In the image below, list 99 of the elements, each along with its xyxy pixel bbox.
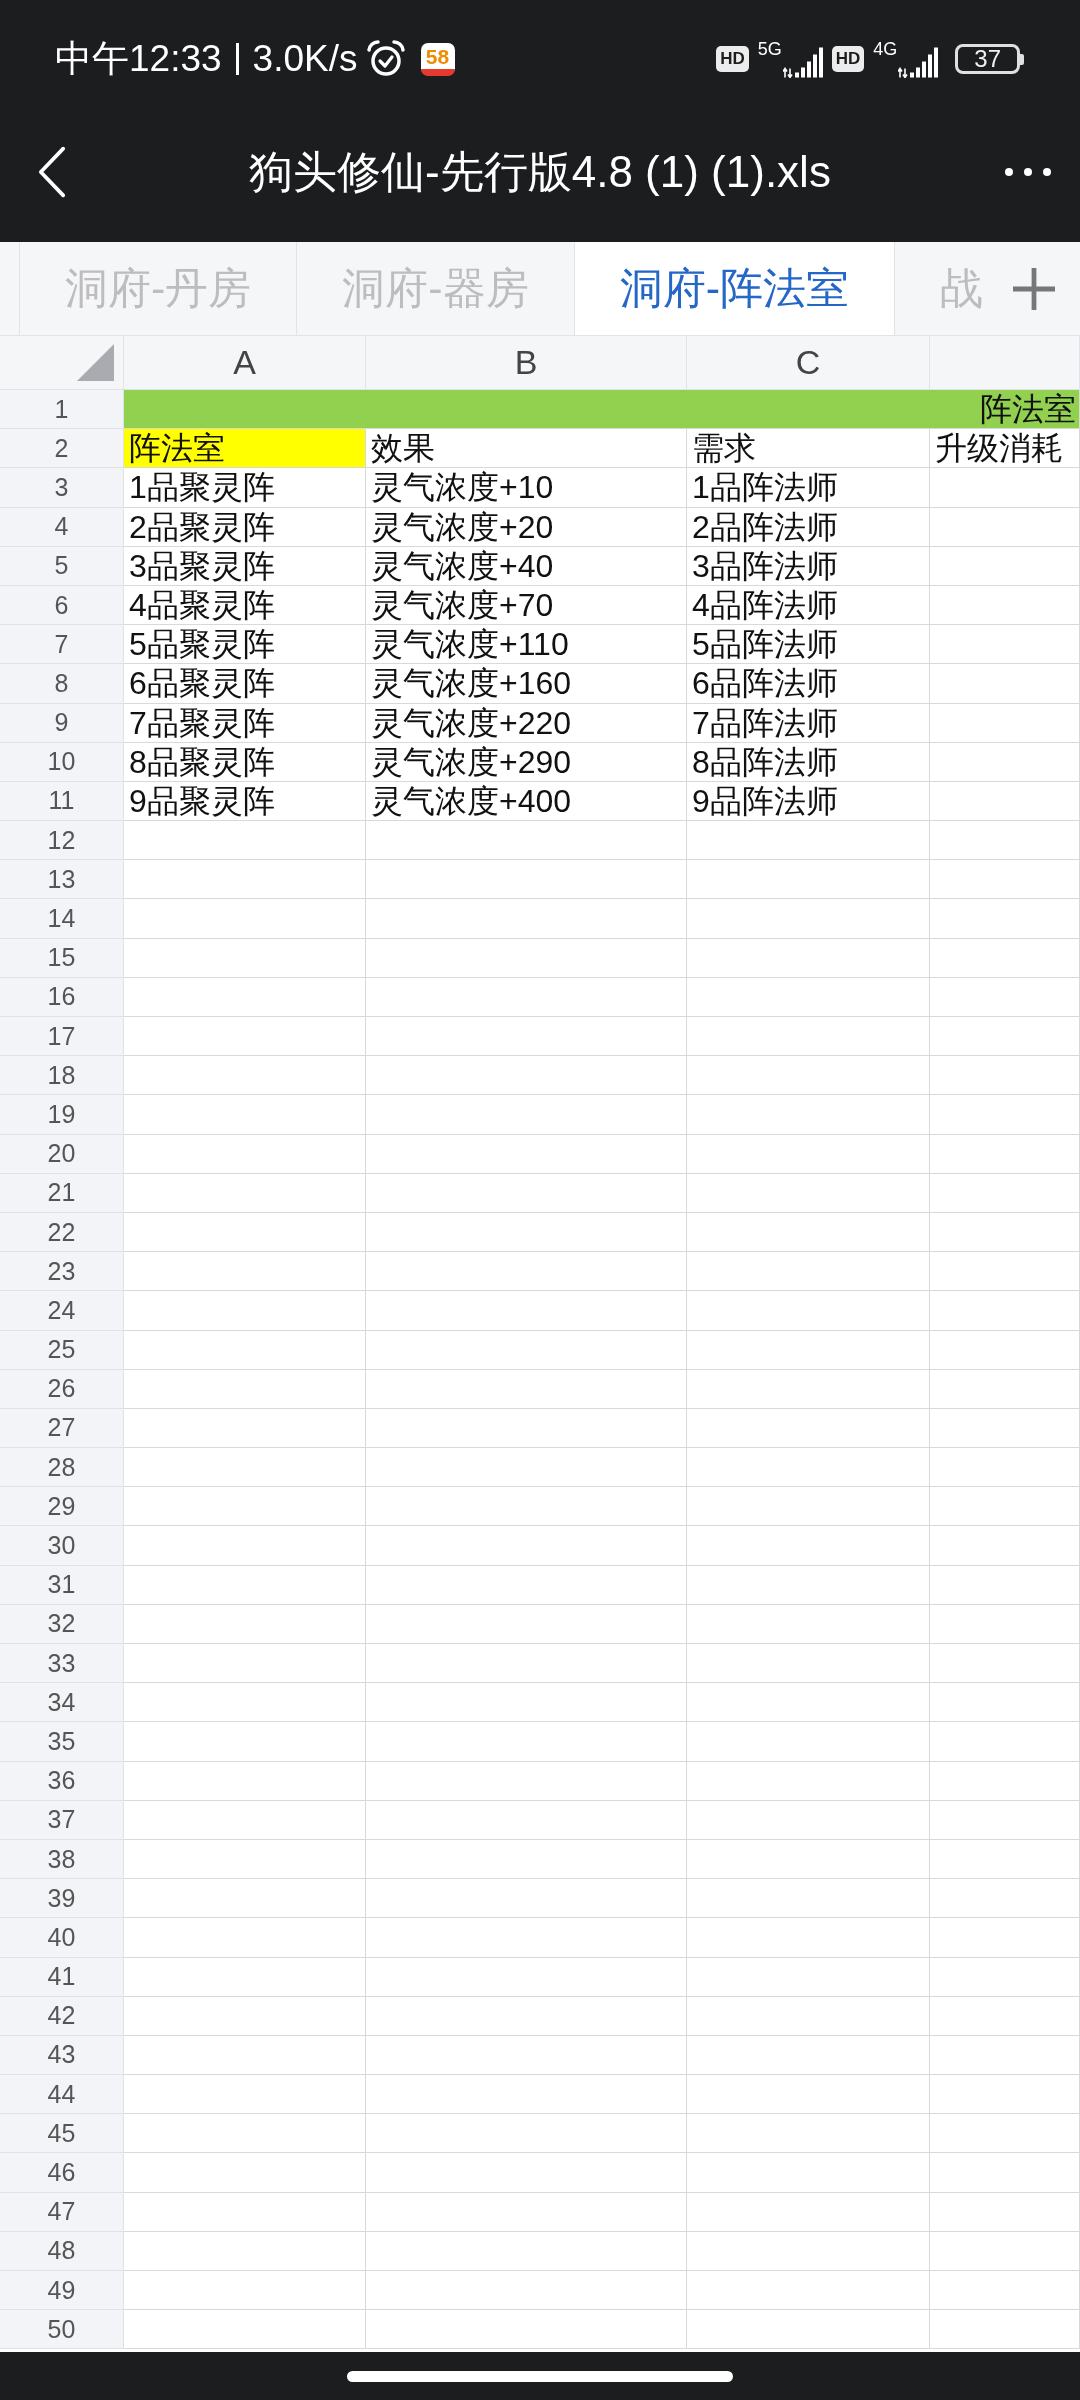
table-cell: 9品聚灵阵 [124, 781, 366, 822]
home-indicator[interactable] [347, 2370, 733, 2382]
row-header[interactable]: 46 [0, 2153, 124, 2193]
table-cell: 灵气浓度+290 [366, 742, 687, 782]
table-cell: 5品聚灵阵 [124, 625, 366, 665]
table-cell: 6品聚灵阵 [124, 664, 366, 704]
row-header[interactable]: 29 [0, 1487, 124, 1527]
hd-badge: HD [831, 46, 865, 72]
row-header[interactable]: 32 [0, 1604, 124, 1644]
row-header[interactable]: 19 [0, 1095, 124, 1135]
row-header[interactable]: 27 [0, 1408, 124, 1449]
table-cell: 需求 [687, 429, 930, 469]
row-header[interactable]: 7 [0, 625, 124, 665]
row-header[interactable]: 38 [0, 1839, 124, 1880]
row-header[interactable]: 45 [0, 2114, 124, 2154]
row-header[interactable]: 34 [0, 1683, 124, 1723]
row-header[interactable]: 11 [0, 781, 124, 822]
row-header[interactable]: 28 [0, 1448, 124, 1488]
row-header[interactable]: 14 [0, 899, 124, 939]
row-header[interactable]: 44 [0, 2075, 124, 2115]
table-cell: 灵气浓度+110 [366, 625, 687, 665]
row-header[interactable]: 33 [0, 1644, 124, 1684]
status-time: 中午12:33 [55, 38, 222, 80]
row-header[interactable]: 31 [0, 1565, 124, 1605]
battery-indicator: 37 [955, 44, 1024, 74]
row-header[interactable]: 2 [0, 429, 124, 469]
row-header[interactable]: 47 [0, 2192, 124, 2232]
table-cell: 8品聚灵阵 [124, 742, 366, 782]
row-header[interactable]: 12 [0, 821, 124, 861]
row-header[interactable]: 3 [0, 468, 124, 508]
row-header[interactable]: 17 [0, 1017, 124, 1057]
table-cell: 8品阵法师 [687, 742, 930, 782]
row-header[interactable]: 48 [0, 2231, 124, 2271]
table-cell: 2品阵法师 [687, 507, 930, 547]
table-cell: 2品聚灵阵 [124, 507, 366, 547]
app-logo: 58 [420, 42, 455, 76]
table-cell: 升级消耗 [930, 429, 1080, 469]
row-header[interactable]: 20 [0, 1134, 124, 1174]
hd-badge: HD [716, 46, 749, 72]
row-header[interactable]: 5 [0, 546, 124, 586]
row-header[interactable]: 25 [0, 1330, 124, 1370]
row-header[interactable]: 30 [0, 1526, 124, 1566]
table-cell: 阵法室 [124, 429, 366, 469]
table-cell: 4品阵法师 [687, 585, 930, 626]
row-header[interactable]: 23 [0, 1252, 124, 1292]
merged-title-cell: 阵法室 [124, 390, 1080, 430]
row-header[interactable]: 37 [0, 1800, 124, 1840]
row-header[interactable]: 15 [0, 938, 124, 978]
row-header[interactable]: 26 [0, 1369, 124, 1409]
table-cell: 3品聚灵阵 [124, 546, 366, 586]
table-cell: 1品聚灵阵 [124, 468, 366, 508]
row-header[interactable]: 21 [0, 1173, 124, 1213]
row-header[interactable]: 6 [0, 585, 124, 626]
table-cell: 灵气浓度+20 [366, 507, 687, 547]
more-icon [1005, 168, 1051, 176]
row-header[interactable]: 41 [0, 1957, 124, 1997]
chevron-left-icon [38, 146, 66, 198]
signal-icon [898, 47, 939, 78]
table-cell: 灵气浓度+400 [366, 781, 687, 822]
table-cell: 3品阵法师 [687, 546, 930, 586]
row-header[interactable]: 13 [0, 860, 124, 900]
table-cell: 7品聚灵阵 [124, 703, 366, 743]
row-header[interactable]: 35 [0, 1722, 124, 1762]
table-cell: 4品聚灵阵 [124, 585, 366, 626]
table-cell: 灵气浓度+160 [366, 664, 687, 704]
row-header[interactable]: 10 [0, 742, 124, 782]
row-header[interactable]: 16 [0, 977, 124, 1017]
row-header[interactable]: 42 [0, 1996, 124, 2036]
network-type: 4G [873, 40, 898, 58]
row-header[interactable]: 8 [0, 664, 124, 704]
signal-icon [782, 47, 823, 78]
row-header[interactable]: 22 [0, 1212, 124, 1253]
table-cell: 灵气浓度+70 [366, 585, 687, 626]
table-cell: 7品阵法师 [687, 703, 930, 743]
row-header[interactable]: 40 [0, 1918, 124, 1958]
row-header[interactable]: 49 [0, 2271, 124, 2311]
table-cell: 灵气浓度+40 [366, 546, 687, 586]
row-header[interactable]: 18 [0, 1056, 124, 1096]
sheet-tab[interactable]: 洞府-阵法室 [573, 242, 894, 335]
row-header[interactable]: 24 [0, 1291, 124, 1331]
row-header[interactable]: 1 [0, 390, 124, 430]
row-header[interactable]: 36 [0, 1761, 124, 1801]
network-speed: 3.0K/s [252, 38, 358, 80]
network-type: 5G [757, 40, 782, 58]
row-header[interactable]: 50 [0, 2310, 124, 2350]
table-cell: 5品阵法师 [687, 625, 930, 665]
table-cell: 效果 [366, 429, 687, 469]
table-cell: 1品阵法师 [687, 468, 930, 508]
row-header[interactable]: 9 [0, 703, 124, 743]
row-header[interactable]: 39 [0, 1879, 124, 1919]
row-header[interactable]: 4 [0, 507, 124, 547]
table-cell: 6品阵法师 [687, 664, 930, 704]
row-header[interactable]: 43 [0, 2035, 124, 2076]
plus-icon [1013, 267, 1055, 310]
alarm-clock-icon [365, 39, 406, 79]
table-cell: 灵气浓度+220 [366, 703, 687, 743]
table-cell: 9品阵法师 [687, 781, 930, 822]
file-title: 狗头修仙-先行版4.8 (1) (1).xls [248, 145, 832, 198]
table-cell: 灵气浓度+10 [366, 468, 687, 508]
